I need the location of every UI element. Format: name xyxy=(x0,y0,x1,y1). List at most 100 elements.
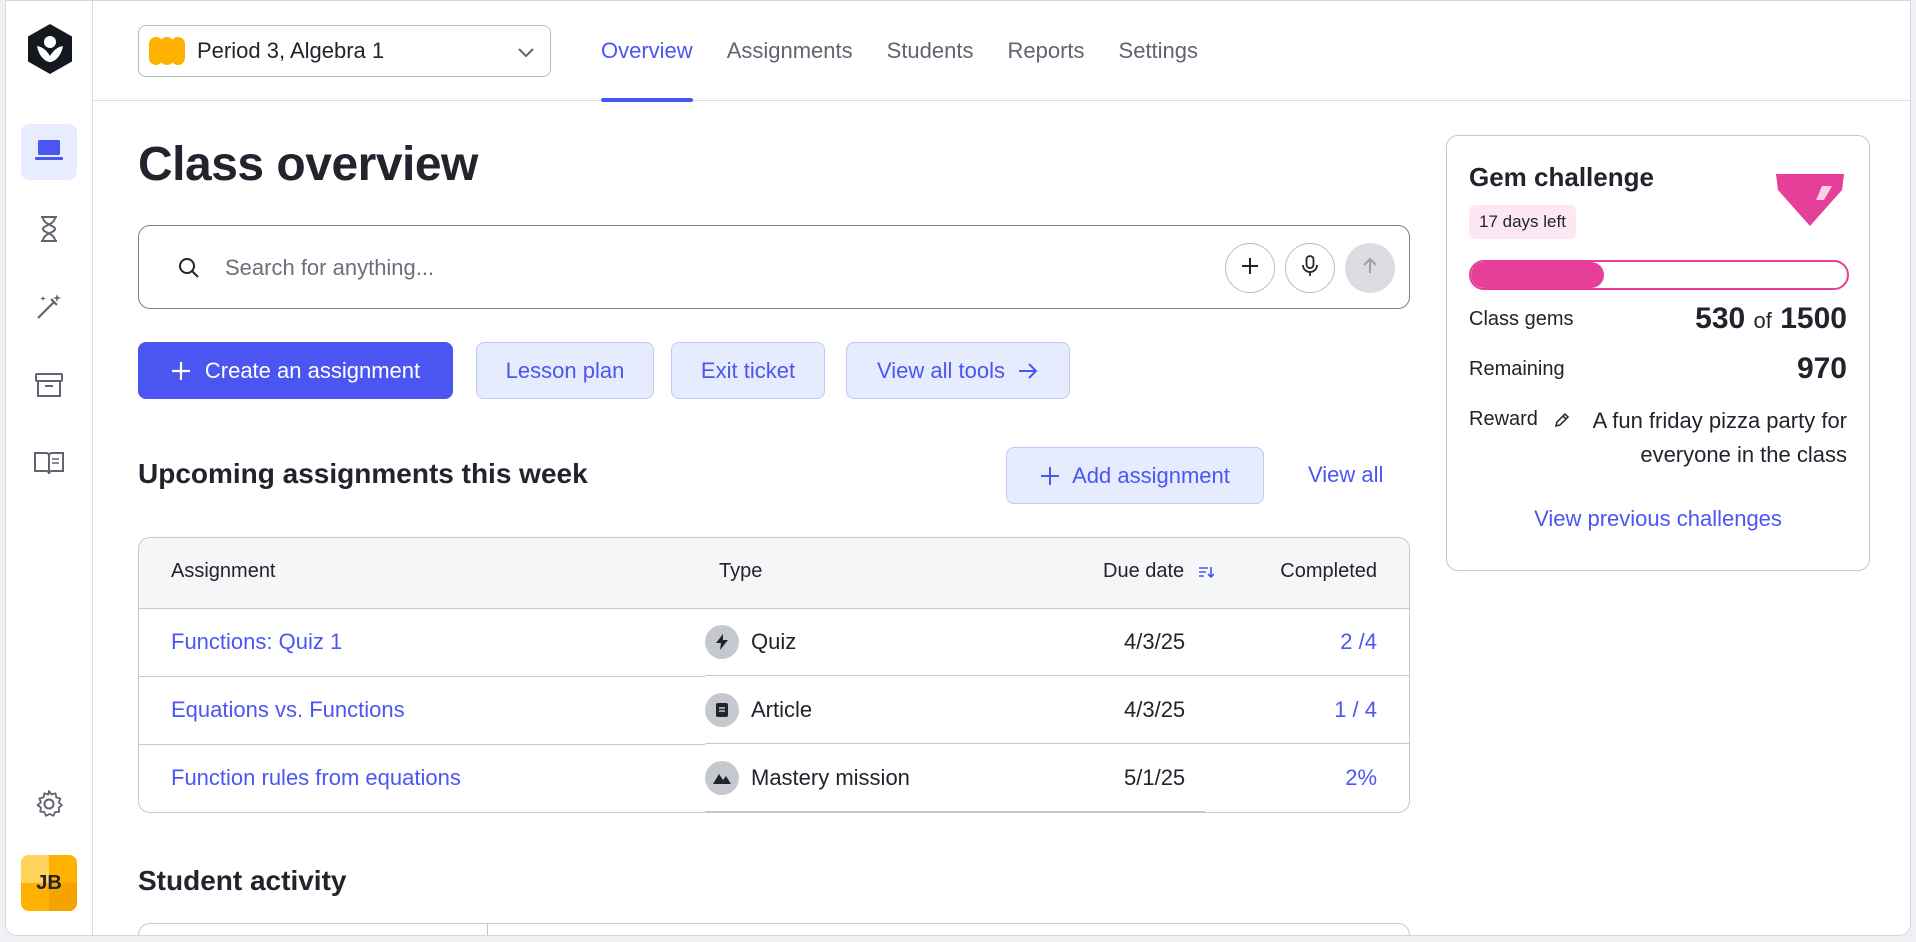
assignments-table: Assignment Type Due date Completed Funct… xyxy=(138,537,1410,813)
sidebar-item-ai-tools[interactable] xyxy=(21,281,77,337)
table-header: Assignment Type Due date Completed xyxy=(139,538,1409,609)
plus-icon xyxy=(1240,256,1260,281)
column-divider xyxy=(487,924,488,935)
view-previous-challenges-link[interactable]: View previous challenges xyxy=(1447,506,1869,532)
gem-progress-fill xyxy=(1471,262,1604,288)
table-row: Functions: Quiz 1 Quiz 4/3/25 2 /4 xyxy=(139,609,1409,676)
column-header-due-date[interactable]: Due date xyxy=(1103,560,1215,583)
sort-icon xyxy=(1198,565,1215,579)
sidebar-item-classroom[interactable] xyxy=(21,124,77,180)
open-book-icon xyxy=(33,450,65,481)
gem-progress-bar xyxy=(1469,260,1849,290)
magic-wand-icon xyxy=(34,292,64,327)
assignment-completed[interactable]: 2% xyxy=(1345,765,1377,791)
assignment-due-date: 4/3/25 xyxy=(1124,629,1186,654)
chevron-down-icon xyxy=(516,42,536,67)
class-gems-count: 530 xyxy=(1695,302,1746,335)
microphone-icon xyxy=(1300,254,1320,282)
lesson-plan-label: Lesson plan xyxy=(505,357,625,383)
column-header-assignment: Assignment xyxy=(171,560,276,582)
create-assignment-label: Create an assignment xyxy=(204,357,421,383)
create-assignment-button[interactable]: Create an assignment xyxy=(138,342,453,399)
view-all-link[interactable]: View all xyxy=(1308,462,1383,488)
exit-ticket-label: Exit ticket xyxy=(700,357,796,383)
search-icon xyxy=(177,256,201,285)
gem-icon xyxy=(1772,170,1848,235)
row-divider xyxy=(705,743,1409,744)
student-activity-title: Student activity xyxy=(138,865,347,896)
lightning-icon xyxy=(705,625,739,659)
plus-icon xyxy=(171,361,191,381)
sidebar-item-library[interactable] xyxy=(21,437,77,493)
tab-reports[interactable]: Reports xyxy=(1007,1,1084,101)
tab-settings[interactable]: Settings xyxy=(1119,1,1199,101)
column-header-completed: Completed xyxy=(1280,560,1377,582)
search-input[interactable] xyxy=(225,248,1105,288)
class-gems-total: 1500 xyxy=(1780,302,1847,335)
upcoming-assignments-title: Upcoming assignments this week xyxy=(138,458,588,489)
due-date-header-label: Due date xyxy=(1103,560,1185,582)
gem-challenge-card: Gem challenge 17 days left Class gems 53… xyxy=(1446,135,1870,571)
class-gems-label: Class gems xyxy=(1469,308,1574,330)
add-assignment-button[interactable]: Add assignment xyxy=(1006,447,1264,504)
voice-input-button[interactable] xyxy=(1285,243,1335,293)
add-assignment-label: Add assignment xyxy=(1072,462,1230,488)
remaining-label: Remaining xyxy=(1469,358,1565,380)
laptop-icon xyxy=(34,138,64,167)
arrow-right-icon xyxy=(1017,362,1039,380)
plus-icon xyxy=(1040,466,1060,486)
assignment-type-label: Quiz xyxy=(751,629,797,654)
reward-label: Reward xyxy=(1469,408,1538,430)
search-bar xyxy=(138,225,1410,309)
reward-label-row: Reward xyxy=(1469,408,1570,431)
tab-students[interactable]: Students xyxy=(887,1,974,101)
assignment-type: Article xyxy=(705,693,812,727)
khan-logo-icon[interactable] xyxy=(26,23,74,75)
assignment-link[interactable]: Functions: Quiz 1 xyxy=(171,629,342,655)
days-left-badge: 17 days left xyxy=(1469,205,1576,239)
gem-challenge-title: Gem challenge xyxy=(1469,162,1654,192)
class-selector[interactable]: Period 3, Algebra 1 xyxy=(138,25,551,77)
archive-box-icon xyxy=(34,372,64,403)
tab-bar: Overview Assignments Students Reports Se… xyxy=(601,1,1232,102)
mountain-icon xyxy=(705,761,739,795)
table-row: Equations vs. Functions Article 4/3/25 1… xyxy=(139,677,1409,744)
class-gems-value: 530 of 1500 xyxy=(1695,302,1847,336)
arrow-up-icon xyxy=(1360,256,1380,281)
gear-icon xyxy=(34,789,64,824)
assignment-completed[interactable]: 1 / 4 xyxy=(1334,697,1377,723)
tab-assignments[interactable]: Assignments xyxy=(727,1,853,101)
send-button[interactable] xyxy=(1345,243,1395,293)
lesson-plan-button[interactable]: Lesson plan xyxy=(476,342,654,399)
view-all-tools-button[interactable]: View all tools xyxy=(846,342,1070,399)
assignment-due-date: 5/1/25 xyxy=(1124,765,1186,790)
view-all-tools-label: View all tools xyxy=(877,357,1005,383)
exit-ticket-button[interactable]: Exit ticket xyxy=(671,342,825,399)
assignment-due-date: 4/3/25 xyxy=(1124,697,1186,722)
article-icon xyxy=(705,693,739,727)
assignment-link[interactable]: Function rules from equations xyxy=(171,765,461,791)
pencil-icon[interactable] xyxy=(1554,412,1570,428)
of-text: of xyxy=(1753,308,1772,333)
avatar[interactable]: JB xyxy=(21,855,77,911)
top-bar: Period 3, Algebra 1 Overview Assignments… xyxy=(93,1,1910,102)
student-activity-table xyxy=(138,923,1410,935)
tab-overview[interactable]: Overview xyxy=(601,1,693,102)
assignment-completed[interactable]: 2 /4 xyxy=(1340,629,1377,655)
app-window: JB Period 3, Algebra 1 Overview Assignme… xyxy=(5,0,1911,936)
sidebar-item-settings[interactable] xyxy=(21,778,77,834)
assignment-type-label: Article xyxy=(751,697,813,722)
hourglass-icon xyxy=(38,215,60,248)
column-header-type: Type xyxy=(719,560,763,582)
sidebar: JB xyxy=(6,1,93,935)
assignment-link[interactable]: Equations vs. Functions xyxy=(171,697,405,723)
sidebar-item-history[interactable] xyxy=(21,203,77,259)
add-attachment-button[interactable] xyxy=(1225,243,1275,293)
sidebar-item-archive[interactable] xyxy=(21,359,77,415)
reward-text: A fun friday pizza party for everyone in… xyxy=(1592,408,1847,467)
page-title: Class overview xyxy=(138,138,478,191)
avatar-initials: JB xyxy=(36,871,62,894)
assignment-type-label: Mastery mission xyxy=(751,765,910,790)
row-divider xyxy=(705,675,1409,676)
assignment-type: Quiz xyxy=(705,625,796,659)
